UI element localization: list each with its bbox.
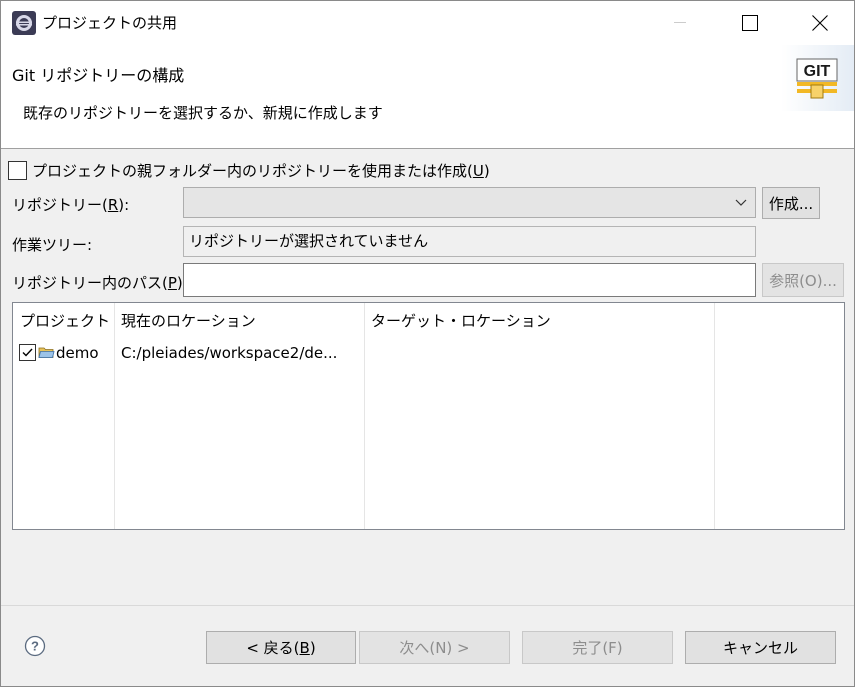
table-row[interactable]: demo C:/pleiades/workspace2/de... <box>13 339 844 367</box>
window-title: プロジェクトの共用 <box>42 14 178 32</box>
repository-combo[interactable] <box>183 187 756 218</box>
use-parent-folder-checkbox[interactable] <box>8 160 27 180</box>
worktree-value: リポジトリーが選択されていません <box>183 226 756 257</box>
path-in-repository-input[interactable] <box>183 263 756 297</box>
back-button[interactable]: < 戻る(B) <box>206 631 356 664</box>
use-parent-folder-checkbox-row[interactable]: プロジェクトの親フォルダー内のリポジトリーを使用または作成(U) <box>8 159 490 181</box>
next-button[interactable]: 次へ(N) > <box>359 631 510 664</box>
page-title: Git リポジトリーの構成 <box>12 66 185 85</box>
title-bar: プロジェクトの共用 <box>1 1 854 45</box>
git-logo-icon: GIT <box>781 45 854 111</box>
cancel-button[interactable]: キャンセル <box>685 631 836 664</box>
column-divider <box>714 303 715 529</box>
repository-label: リポジトリー(R): <box>12 196 130 214</box>
dialog-window: プロジェクトの共用 Git リポジトリーの構成 既存のリポジトリーを選択するか、… <box>0 0 855 687</box>
row-checkbox[interactable] <box>19 344 36 361</box>
eclipse-app-icon <box>12 11 36 35</box>
current-location-cell: C:/pleiades/workspace2/de... <box>121 344 338 362</box>
create-repository-button[interactable]: 作成... <box>762 187 820 219</box>
use-parent-folder-label: プロジェクトの親フォルダー内のリポジトリーを使用または作成(U) <box>32 161 490 180</box>
minimize-button[interactable] <box>645 1 715 45</box>
browse-button[interactable]: 参照(O)... <box>762 263 844 297</box>
svg-text:?: ? <box>31 639 39 654</box>
project-name-cell: demo <box>56 344 99 362</box>
project-folder-icon <box>38 347 55 358</box>
chevron-down-icon[interactable] <box>727 188 755 217</box>
worktree-label: 作業ツリー: <box>12 236 93 254</box>
git-logo-text: GIT <box>804 63 831 80</box>
finish-button[interactable]: 完了(F) <box>522 631 673 664</box>
projects-table[interactable]: プロジェクト 現在のロケーション ターゲット・ロケーション demo C:/pl… <box>12 302 845 530</box>
path-in-repository-label: リポジトリー内のパス(P): <box>12 274 188 292</box>
target-location-cell <box>371 339 711 367</box>
column-header-target-location[interactable]: ターゲット・ロケーション <box>364 303 714 339</box>
page-description: 既存のリポジトリーを選択するか、新規に作成します <box>23 104 383 122</box>
help-icon[interactable]: ? <box>24 635 46 657</box>
footer-separator <box>1 605 854 606</box>
column-header-project[interactable]: プロジェクト <box>13 303 114 339</box>
column-header-current-location[interactable]: 現在のロケーション <box>114 303 364 339</box>
close-button[interactable] <box>785 1 855 45</box>
wizard-banner: Git リポジトリーの構成 既存のリポジトリーを選択するか、新規に作成します G… <box>1 45 854 149</box>
maximize-button[interactable] <box>715 1 785 45</box>
